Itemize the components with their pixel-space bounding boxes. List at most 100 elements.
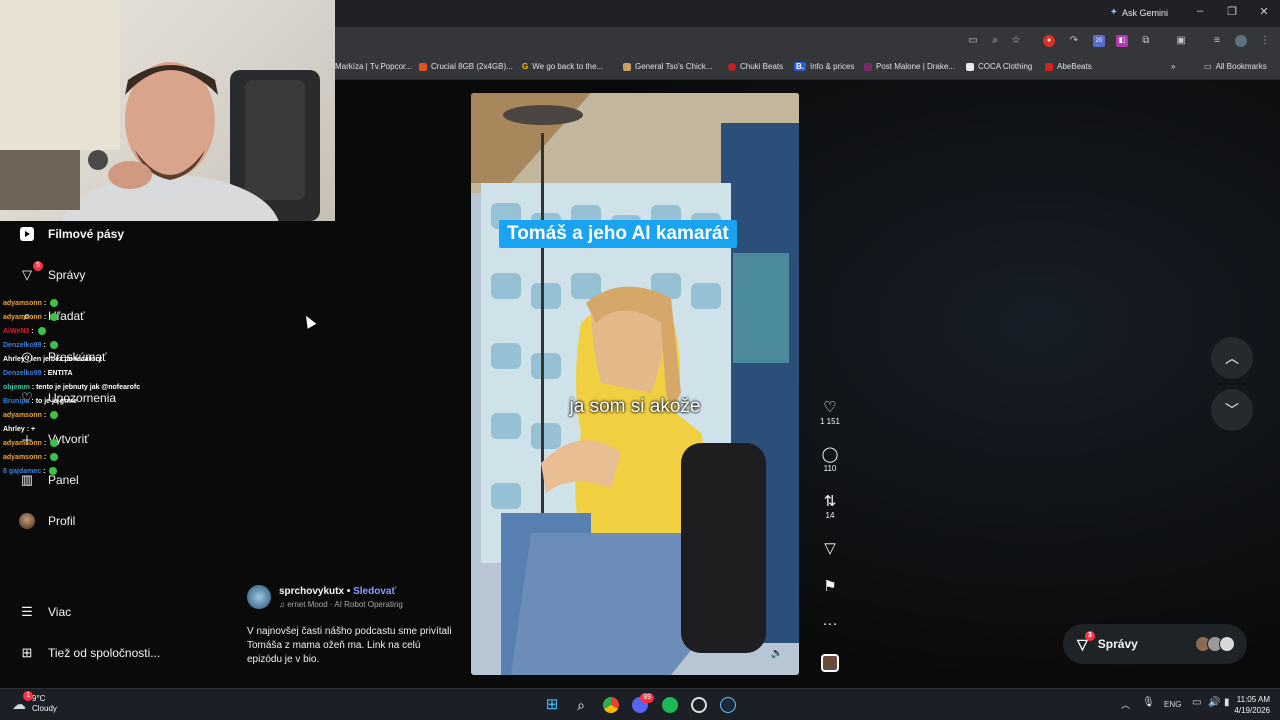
comment-icon: ◯	[821, 446, 839, 463]
post-info: sprchovykutx • Sledovať ♫ ernet Mood · A…	[247, 585, 452, 667]
bookmark-favicon	[1045, 62, 1053, 71]
zoom-icon[interactable]: ⌕	[989, 35, 1001, 47]
bookmark-item[interactable]: Crucial 8GB (2x4GB)...	[419, 62, 513, 71]
extension-twitch-icon[interactable]: ◧	[1116, 35, 1128, 47]
chat-separator: :	[41, 468, 48, 475]
bookmark-item[interactable]: AbeBeats	[1045, 62, 1092, 71]
battery-icon[interactable]: ▮	[1224, 697, 1230, 708]
author-username[interactable]: sprchovykutx	[279, 586, 344, 597]
message-avatars	[1195, 636, 1235, 652]
chat-username: AiWeN3	[3, 328, 30, 335]
messages-pill[interactable]: ▽ 3 Správy	[1063, 624, 1247, 664]
nav-more[interactable]: ☰ Viac	[18, 603, 71, 621]
bookmark-item[interactable]: COCA Clothing	[966, 62, 1032, 71]
chat-username: objemm	[3, 384, 30, 391]
nav-reels[interactable]: Filmové pásy	[18, 225, 124, 243]
bookmark-item[interactable]: Markíza | Tv.Popcor...	[335, 62, 412, 71]
close-button[interactable]: ✕	[1254, 5, 1274, 18]
comment-button[interactable]: ◯ 110	[815, 446, 845, 473]
media-icon[interactable]: ≡	[1211, 35, 1223, 47]
puzzle-icon[interactable]: ⧉	[1140, 35, 1152, 47]
webcam-image	[0, 0, 320, 221]
audio-thumbnail[interactable]	[815, 654, 845, 672]
grid-icon: ⊞	[21, 645, 33, 660]
more-options-button[interactable]: ···	[815, 615, 845, 633]
nav-profile[interactable]: Profil	[18, 512, 75, 530]
messages-badge: 3	[1084, 630, 1095, 641]
chat-message: adyamsonn :	[3, 297, 203, 311]
all-bookmarks-button[interactable]: ▭ All Bookmarks	[1204, 62, 1267, 71]
clock[interactable]: 11:05 AM 4/19/2026	[1230, 694, 1270, 716]
bookmark-item[interactable]: B. Info & prices	[794, 62, 854, 71]
chat-message: adyamsonn :	[3, 311, 203, 325]
chat-username: adyamsonn	[3, 454, 42, 461]
google-icon: G	[522, 62, 529, 71]
sidepanel-icon[interactable]: ▣	[1175, 35, 1187, 47]
more-bookmarks-button[interactable]: »	[1171, 62, 1175, 71]
nav-label: Tiež od spoločnosti...	[48, 646, 161, 660]
steam-icon[interactable]	[720, 697, 736, 713]
volume-icon[interactable]: 🔊	[1208, 697, 1220, 708]
mute-icon[interactable]: 🔈	[771, 648, 783, 659]
obs-icon[interactable]	[691, 697, 707, 713]
network-icon[interactable]: ▭	[1192, 697, 1201, 708]
next-reel-button[interactable]: ﹀	[1211, 389, 1253, 431]
bookmark-star-icon[interactable]: ☆	[1010, 35, 1022, 47]
like-button[interactable]: ♡ 1 151	[815, 399, 845, 426]
chevron-down-icon: ﹀	[1225, 402, 1239, 418]
bookmark-item[interactable]: Post Malone | Drake...	[864, 62, 955, 71]
cast-icon[interactable]: ▭	[967, 35, 979, 47]
chevron-up-icon: ︿	[1225, 350, 1239, 366]
bookmark-item[interactable]: Chuki Beats	[728, 62, 783, 71]
ask-gemini-button[interactable]: ✦ Ask Gemini	[1110, 7, 1168, 18]
all-bookmarks-label: All Bookmarks	[1215, 62, 1267, 71]
chat-username: adyamsonn	[3, 300, 42, 307]
extension-blue-icon[interactable]: 20	[1093, 35, 1105, 47]
save-button[interactable]: ⚑	[815, 578, 845, 596]
profile-avatar[interactable]	[1235, 35, 1247, 47]
reel-video[interactable]: Tomáš a jeho AI kamarát ja som si akože …	[471, 93, 799, 675]
spotify-icon[interactable]	[662, 697, 678, 713]
notification-badge: 5	[33, 261, 43, 271]
extension-icon[interactable]: ↷	[1068, 35, 1080, 47]
minimize-button[interactable]: –	[1190, 5, 1210, 17]
bookmark-label: COCA Clothing	[978, 62, 1033, 71]
chat-message: Denzelko99 :	[3, 339, 203, 353]
weather-widget[interactable]: ☁ 1 9°C Cloudy	[12, 690, 57, 714]
browser-toolbar: ▭ ⌕ ☆ ● ↷ 20 ◧ ⧉ ▣ ≡ ⋮	[335, 27, 1280, 55]
extension-red-icon[interactable]: ●	[1043, 35, 1055, 47]
emote-icon	[50, 453, 59, 462]
language-indicator[interactable]: ENG	[1164, 700, 1181, 709]
restore-button[interactable]: ❐	[1222, 5, 1242, 18]
nav-also-from-meta[interactable]: ⊞ Tiež od spoločnosti...	[18, 644, 161, 662]
microphone-icon[interactable]: 🎙	[1142, 697, 1155, 708]
repost-button[interactable]: ⇅ 14	[815, 493, 845, 520]
emote-icon	[49, 467, 58, 476]
weather-temp: 9°C	[32, 694, 46, 703]
tray-chevron-up-icon[interactable]: ︿	[1121, 698, 1130, 711]
chat-text: tento je jebnuty jak @nofearofc	[36, 384, 141, 391]
chat-username: 8 gajdamec	[3, 468, 42, 475]
audio-label[interactable]: ernet Mood · AI Robot Operating	[287, 600, 403, 609]
heart-icon: ♡	[823, 399, 837, 416]
bookmark-item[interactable]: G We go back to the...	[522, 62, 603, 71]
author-avatar[interactable]	[247, 585, 271, 609]
reels-icon	[18, 225, 36, 243]
chat-separator: :	[41, 440, 49, 447]
follow-button[interactable]: Sledovať	[353, 586, 396, 597]
messages-pill-label: Správy	[1097, 637, 1138, 651]
bookmark-item[interactable]: General Tso's Chick...	[623, 62, 712, 71]
chat-message: Ahrley : len je bez pokecatory	[3, 353, 203, 367]
nav-label: Filmové pásy	[48, 227, 125, 241]
chat-username: Denzelko99	[3, 342, 42, 349]
nav-messages[interactable]: ▽ 5 Správy	[18, 261, 85, 284]
discord-icon[interactable]: 99	[632, 693, 654, 713]
bookmark-label: Chuki Beats	[740, 62, 784, 71]
menu-dots-icon[interactable]: ⋮	[1259, 35, 1271, 47]
search-icon[interactable]: ⌕	[573, 697, 589, 713]
chrome-icon[interactable]	[603, 697, 619, 713]
bookmark-label: We go back to the...	[532, 62, 604, 71]
previous-reel-button[interactable]: ︿	[1211, 337, 1253, 379]
share-button[interactable]: ▽	[815, 540, 845, 558]
windows-start-icon[interactable]: ⊞	[544, 697, 560, 713]
